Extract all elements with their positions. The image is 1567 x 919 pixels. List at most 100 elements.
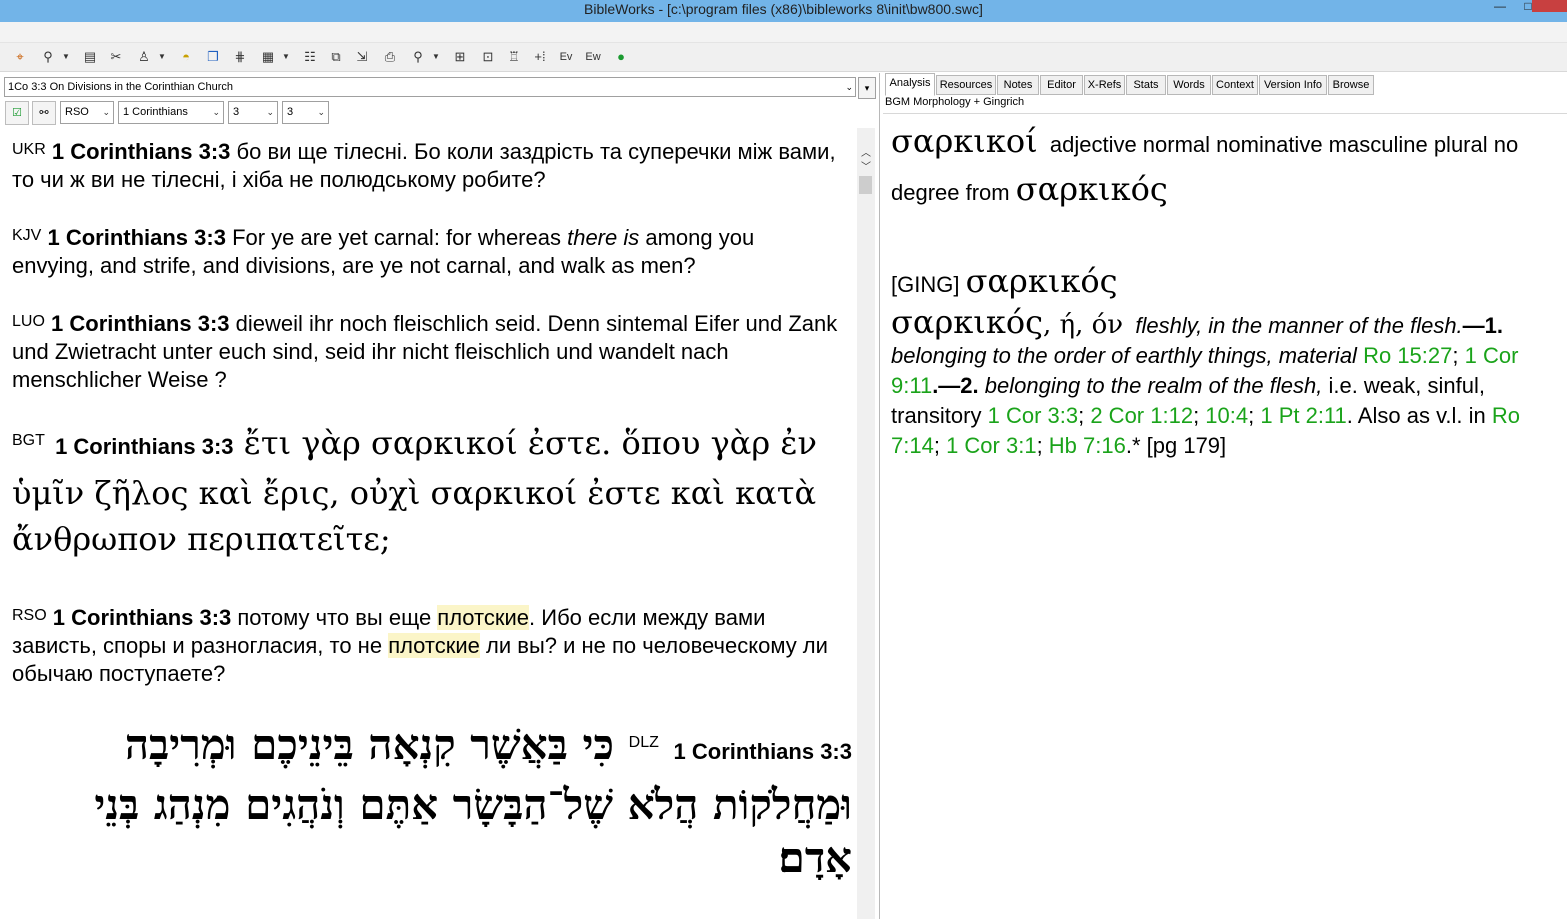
list-icon[interactable]: ☷: [300, 47, 320, 67]
user-search-icon[interactable]: ⚲: [408, 47, 428, 67]
sense-number: —1.: [1462, 313, 1504, 338]
divider: [883, 113, 1567, 114]
scripture-link[interactable]: Hb 7:16: [1049, 433, 1126, 458]
scripture-link[interactable]: 1 Pt 2:11: [1260, 403, 1346, 428]
verse-text-area: UKR 1 Corinthians 3:3 бо ви ще тілесні. …: [2, 128, 855, 919]
highlighted-word[interactable]: плотские: [388, 633, 480, 658]
entry-forms: , ή, όν: [1043, 310, 1124, 340]
person-icon[interactable]: ♙: [134, 47, 154, 67]
version-label: DLZ: [628, 734, 659, 751]
book-value: 1 Corinthians: [123, 106, 188, 118]
scripture-link[interactable]: 10:4: [1205, 403, 1248, 428]
tab-xrefs[interactable]: X-Refs: [1084, 75, 1125, 95]
word-search-icon[interactable]: ⚲: [38, 47, 58, 67]
chevron-down-icon[interactable]: ▼: [62, 47, 70, 67]
lexicon-tag: [GING]: [891, 272, 960, 297]
tab-notes[interactable]: Notes: [997, 75, 1039, 95]
version-label: RSO: [12, 607, 47, 624]
verse-value: 3: [287, 106, 294, 118]
scripture-link[interactable]: Ro 15:27: [1363, 343, 1452, 368]
checklist-icon[interactable]: ☑: [5, 101, 29, 125]
title-bar: BibleWorks - [c:\program files (x86)\bib…: [0, 0, 1567, 22]
scripture-link[interactable]: 2 Cor 1:12: [1090, 403, 1193, 428]
ev-icon[interactable]: Ev: [556, 47, 576, 67]
chapter-select[interactable]: 3 ⌄: [228, 101, 278, 124]
grid-icon[interactable]: ▦: [258, 47, 278, 67]
plus-icon[interactable]: +⁞: [530, 47, 550, 67]
verse-reference[interactable]: 1 Corinthians 3:3: [53, 605, 231, 630]
book-select[interactable]: 1 Corinthians ⌄: [118, 101, 224, 124]
windows-icon[interactable]: ❐: [203, 47, 223, 67]
scripture-link[interactable]: 1 Cor 3:1: [946, 433, 1037, 458]
verse-rso[interactable]: RSO 1 Corinthians 3:3 потому что вы еще …: [12, 604, 842, 688]
minimize-button[interactable]: —: [1486, 0, 1514, 14]
verse-bgt[interactable]: BGT 1 Corinthians 3:3 ἔτι γὰρ σαρκικοί ἐ…: [12, 420, 842, 562]
bulb-icon[interactable]: ◓: [176, 47, 196, 67]
ew-icon[interactable]: Ew: [583, 47, 603, 67]
copy-icon[interactable]: ⧉: [326, 47, 346, 67]
tab-context[interactable]: Context: [1212, 75, 1258, 95]
scroll-up-icon[interactable]: ︿: [857, 144, 875, 159]
scroll-down-icon[interactable]: ﹀: [857, 158, 875, 173]
definition-1: belonging to the order of earthly things…: [891, 343, 1357, 368]
verse-reference[interactable]: 1 Corinthians 3:3: [55, 434, 233, 459]
chevron-down-icon[interactable]: ▼: [282, 47, 290, 67]
tab-stats[interactable]: Stats: [1126, 75, 1166, 95]
verse-reference[interactable]: 1 Corinthians 3:3: [47, 225, 225, 250]
verse-title: 1Co 3:3 On Divisions in the Corinthian C…: [8, 81, 234, 93]
chevron-down-icon: ⌄: [102, 107, 110, 117]
scripture-link[interactable]: 1 Cor 3:3: [988, 403, 1079, 428]
link-icon[interactable]: ⚯: [32, 101, 56, 125]
globe-icon[interactable]: ●: [611, 47, 631, 67]
chevron-down-icon[interactable]: ▼: [432, 47, 440, 67]
page-note: .* [pg 179]: [1125, 433, 1227, 458]
verse-label: DLZ 1 Corinthians 3:3: [629, 718, 852, 778]
print-icon[interactable]: ⎙: [380, 47, 400, 67]
verse-reference[interactable]: 1 Corinthians 3:3: [674, 739, 852, 764]
crosshair-icon[interactable]: ⌖: [10, 47, 30, 67]
chevron-down-icon[interactable]: ▼: [158, 47, 166, 67]
tab-editor[interactable]: Editor: [1040, 75, 1083, 95]
verse-reference[interactable]: 1 Corinthians 3:3: [52, 139, 230, 164]
verse-dlz[interactable]: DLZ 1 Corinthians 3:3 כִּי בַּאֲשֶׁר קִנ…: [12, 718, 852, 884]
book-icon[interactable]: ⊡: [478, 47, 498, 67]
tab-browse[interactable]: Browse: [1328, 75, 1374, 95]
verse-kjv[interactable]: KJV 1 Corinthians 3:3 For ye are yet car…: [12, 224, 842, 280]
tab-words[interactable]: Words: [1167, 75, 1211, 95]
window-title: BibleWorks - [c:\program files (x86)\bib…: [584, 1, 983, 17]
verse-title-select[interactable]: 1Co 3:3 On Divisions in the Corinthian C…: [4, 77, 856, 97]
sense-number: .—2.: [932, 373, 979, 398]
verse-reference[interactable]: 1 Corinthians 3:3: [51, 311, 229, 336]
morphology-line: σαρκικοί adjective normal nominative mas…: [891, 119, 1559, 215]
verse-select[interactable]: 3 ⌄: [282, 101, 329, 124]
definition-intro: fleshly, in the manner of the flesh.: [1135, 313, 1463, 338]
vertical-scrollbar[interactable]: ︿ ﹀: [857, 128, 875, 919]
tools-icon[interactable]: ✂: [106, 47, 126, 67]
close-button[interactable]: [1532, 0, 1567, 12]
version-label: UKR: [12, 141, 46, 158]
stamp-icon[interactable]: ♖: [504, 47, 524, 67]
lexicon-heading: [GING] σαρκικός: [891, 259, 1559, 307]
tab-analysis[interactable]: Analysis: [885, 73, 935, 96]
version-label: BGT: [12, 432, 45, 449]
entry-headword: σαρκικός: [891, 303, 1043, 341]
module-label: BGM Morphology + Gingrich: [885, 96, 1025, 108]
document-stack-icon[interactable]: ▤: [80, 47, 100, 67]
layout-icon[interactable]: ⊞: [450, 47, 470, 67]
lexicon-entry: σαρκικός, ή, όν fleshly, in the manner o…: [891, 303, 1521, 458]
verse-luo[interactable]: LUO 1 Corinthians 3:3 dieweil ihr noch f…: [12, 310, 842, 394]
tree-icon[interactable]: ⋕: [230, 47, 250, 67]
pane-menu-button[interactable]: ▾: [858, 77, 876, 99]
export-icon[interactable]: ⇲: [352, 47, 372, 67]
chevron-down-icon: ⌄: [212, 107, 220, 117]
version-select[interactable]: RSO ⌄: [60, 101, 114, 124]
tab-resources[interactable]: Resources: [936, 75, 996, 95]
verse-ukr[interactable]: UKR 1 Corinthians 3:3 бо ви ще тілесні. …: [12, 138, 842, 194]
analysis-pane: Analysis Resources Notes Editor X-Refs S…: [883, 73, 1567, 919]
tab-version-info[interactable]: Version Info: [1259, 75, 1327, 95]
analyzed-word: σαρκικοί: [891, 122, 1038, 160]
scroll-thumb[interactable]: [859, 176, 872, 194]
highlighted-word[interactable]: плотские: [437, 605, 530, 630]
lemma[interactable]: σαρκικός: [1016, 170, 1168, 208]
also-text: . Also as v.l. in: [1346, 403, 1492, 428]
